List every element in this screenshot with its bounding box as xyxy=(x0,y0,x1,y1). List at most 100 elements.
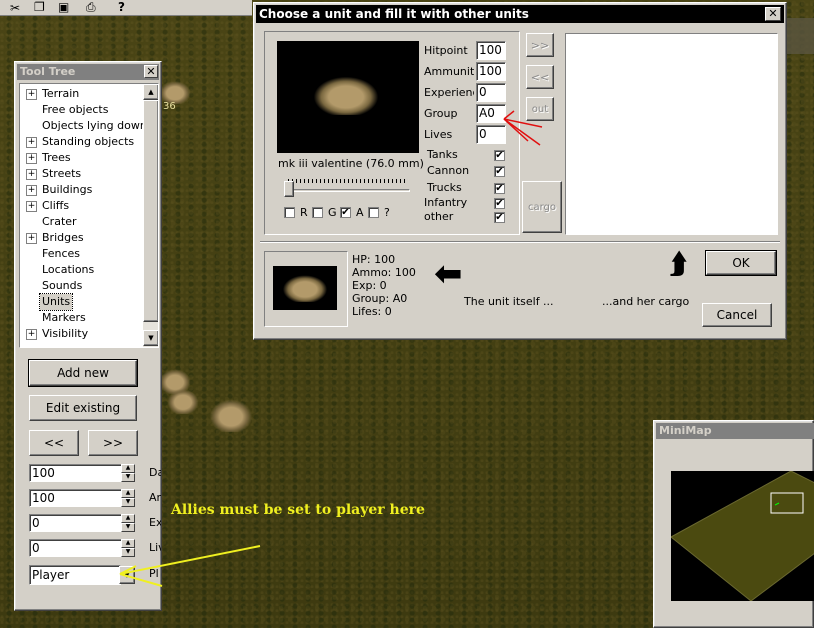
unit-thumbnail xyxy=(273,266,337,310)
tree-item[interactable]: + Terrain xyxy=(20,86,144,102)
scroll-down-button[interactable]: ▼ xyxy=(143,330,158,346)
tree-item[interactable]: + Streets xyxy=(20,166,144,182)
print-icon[interactable]: ⎙ xyxy=(86,0,96,15)
annotation-arrow xyxy=(119,545,261,587)
number-field[interactable]: 100 xyxy=(29,489,123,507)
tool-tree-title: Tool Tree xyxy=(17,64,159,80)
add-cargo-button[interactable]: >> xyxy=(526,33,554,57)
tree-item[interactable]: Sounds xyxy=(20,278,144,294)
tree-scrollbar[interactable]: ▲ ▼ xyxy=(143,84,158,347)
tree-item-label: Units xyxy=(38,293,74,311)
scroll-up-button[interactable]: ▲ xyxy=(143,84,158,100)
annotation-text: Allies must be set to player here xyxy=(171,502,425,518)
expand-icon[interactable]: + xyxy=(26,201,37,212)
cargo-list[interactable] xyxy=(565,33,778,235)
tree-item-label: Cliffs xyxy=(42,199,70,212)
spin-down-icon[interactable]: ▼ xyxy=(121,473,135,482)
unit-itself-label: The unit itself ... xyxy=(464,295,554,308)
tree-item-label: Streets xyxy=(42,167,82,180)
tree-item[interactable]: Markers xyxy=(20,310,144,326)
stat-field[interactable]: 0 xyxy=(476,83,506,102)
spin-up-icon[interactable]: ▲ xyxy=(121,464,135,473)
remove-cargo-button[interactable]: << xyxy=(526,65,554,89)
dialog-title: Choose a unit and fill it with other uni… xyxy=(256,5,784,23)
help-icon[interactable]: ? xyxy=(118,0,125,14)
tree-item[interactable]: Locations xyxy=(20,262,144,278)
slider-ticks xyxy=(288,179,406,183)
expand-icon[interactable]: + xyxy=(26,329,37,340)
tree-item[interactable]: + Standing objects xyxy=(20,134,144,150)
type-checkbox[interactable]: ✔ xyxy=(494,166,505,177)
tree-item-label: Markers xyxy=(42,311,86,324)
field-label: Ex xyxy=(149,516,161,529)
next-button[interactable]: >> xyxy=(88,430,138,456)
tree-item-label: Free objects xyxy=(42,103,109,116)
tree-item[interactable]: Fences xyxy=(20,246,144,262)
type-checkbox[interactable]: ✔ xyxy=(494,198,505,209)
type-checkbox[interactable]: ✔ xyxy=(494,150,505,161)
map-tank[interactable] xyxy=(208,398,254,432)
spinner[interactable]: ▲ ▼ xyxy=(121,464,135,482)
expand-icon[interactable]: + xyxy=(26,89,37,100)
cancel-button[interactable]: Cancel xyxy=(702,303,772,327)
expand-icon[interactable]: + xyxy=(26,233,37,244)
spin-down-icon[interactable]: ▼ xyxy=(121,523,135,532)
tree-item[interactable]: + Buildings xyxy=(20,182,144,198)
stat-label: Experienc xyxy=(424,86,474,99)
tool-tree-list[interactable]: + Terrain Free objects Objects lying down + S… xyxy=(19,83,159,348)
map-tank[interactable] xyxy=(166,388,200,414)
filter-checkbox[interactable] xyxy=(284,207,295,218)
scroll-thumb[interactable] xyxy=(143,100,158,322)
slider-thumb[interactable] xyxy=(284,181,294,197)
tree-item[interactable]: + Visibility xyxy=(20,326,144,342)
stat-field[interactable]: 100 xyxy=(476,62,506,81)
tree-item[interactable]: + Cliffs xyxy=(20,198,144,214)
number-field[interactable]: 0 xyxy=(29,514,123,532)
spin-down-icon[interactable]: ▼ xyxy=(121,498,135,507)
filter-checkbox[interactable] xyxy=(368,207,379,218)
unit-preview xyxy=(277,41,419,153)
spin-up-icon[interactable]: ▲ xyxy=(121,489,135,498)
number-field[interactable]: 100 xyxy=(29,464,123,482)
expand-icon[interactable]: + xyxy=(26,137,37,148)
filter-checkbox[interactable] xyxy=(312,207,323,218)
summary-line: Lifes: 0 xyxy=(352,305,392,318)
tree-item[interactable]: Free objects xyxy=(20,102,144,118)
cargo-button[interactable]: cargo xyxy=(522,181,562,233)
map-building[interactable] xyxy=(786,18,814,54)
tree-item[interactable]: + Trees xyxy=(20,150,144,166)
tank-image xyxy=(311,75,381,115)
copy-icon[interactable]: ❐ xyxy=(34,0,45,14)
expand-icon[interactable]: + xyxy=(26,169,37,180)
unit-thumbnail-box xyxy=(264,251,348,327)
spin-up-icon[interactable]: ▲ xyxy=(121,514,135,523)
tree-item[interactable]: Units xyxy=(20,293,144,311)
type-checkbox[interactable]: ✔ xyxy=(494,183,505,194)
close-icon[interactable]: ✕ xyxy=(144,65,158,78)
minimap-view[interactable] xyxy=(671,471,814,601)
paste-icon[interactable]: ▣ xyxy=(58,0,69,14)
type-label: Trucks xyxy=(427,181,462,194)
tree-item[interactable]: Objects lying down xyxy=(20,118,147,134)
filter-checkbox[interactable]: ✔ xyxy=(340,207,351,218)
spinner[interactable]: ▲ ▼ xyxy=(121,514,135,532)
expand-icon[interactable]: + xyxy=(26,153,37,164)
type-checkbox[interactable]: ✔ xyxy=(494,212,505,223)
tree-item-label: Bridges xyxy=(42,231,84,244)
ok-button[interactable]: OK xyxy=(705,250,777,276)
her-cargo-label: ...and her cargo xyxy=(602,295,690,308)
summary-line: Ammo: 100 xyxy=(352,266,416,279)
prev-button[interactable]: << xyxy=(29,430,79,456)
expand-icon[interactable]: + xyxy=(26,185,37,196)
tree-item[interactable]: Crater xyxy=(20,214,144,230)
stat-field[interactable]: 100 xyxy=(476,41,506,60)
unit-slider[interactable] xyxy=(282,175,412,197)
tree-item-label: Objects lying down xyxy=(42,119,147,132)
tree-item[interactable]: + Bridges xyxy=(20,230,144,246)
spinner[interactable]: ▲ ▼ xyxy=(121,489,135,507)
scissors-icon[interactable]: ✂ xyxy=(10,1,20,15)
close-icon[interactable]: ✕ xyxy=(765,7,781,21)
edit-existing-button[interactable]: Edit existing xyxy=(29,395,137,421)
tree-item-label: Standing objects xyxy=(42,135,135,148)
add-new-button[interactable]: Add new xyxy=(28,359,138,387)
